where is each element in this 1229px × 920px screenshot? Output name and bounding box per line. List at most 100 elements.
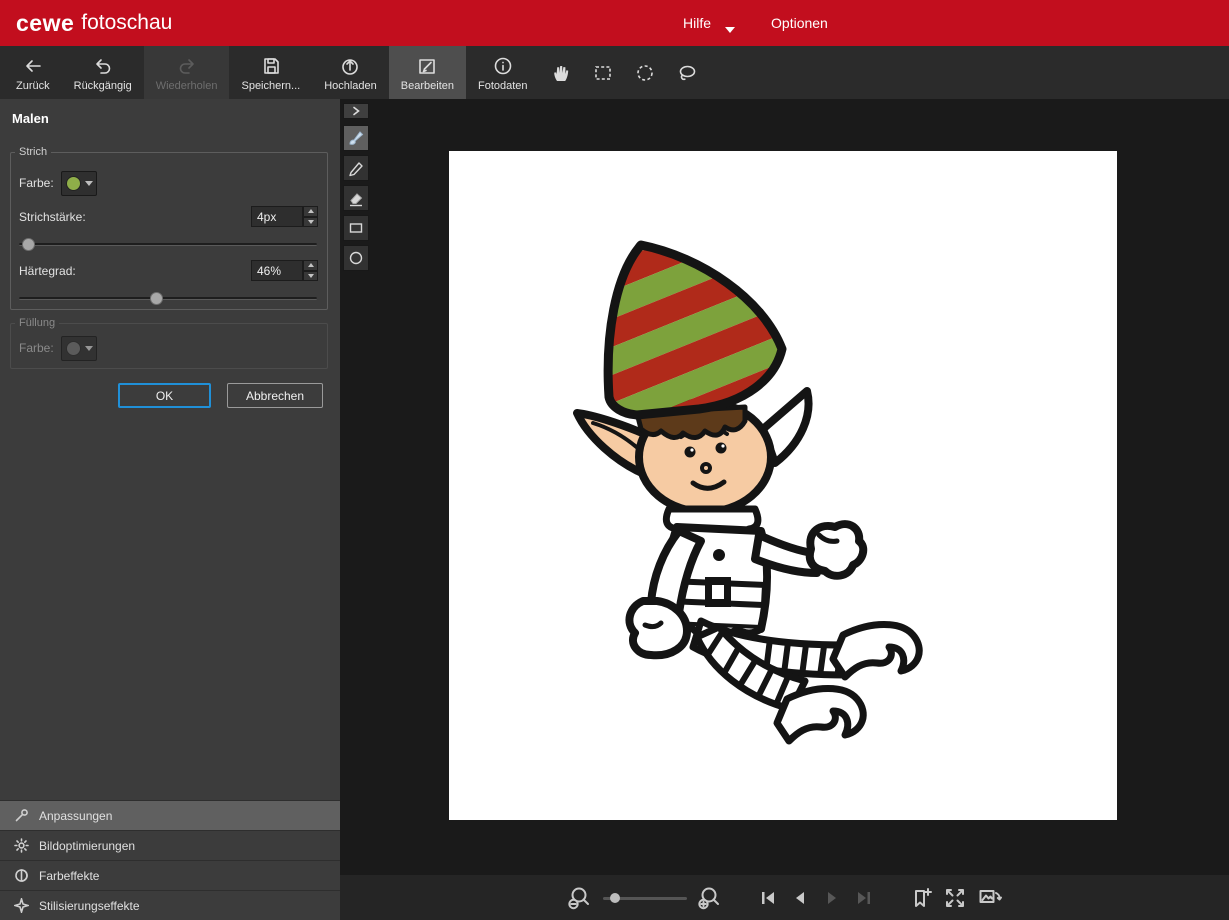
app-logo: cewe fotoschau xyxy=(16,0,172,46)
header-menu: Hilfe Optionen xyxy=(683,0,828,46)
photodata-button[interactable]: Fotodaten xyxy=(466,46,540,99)
sidebar-item-label: Farbeffekte xyxy=(39,869,99,883)
pencil-icon xyxy=(347,159,365,177)
stroke-width-up-button[interactable] xyxy=(303,206,318,217)
back-button[interactable]: Zurück xyxy=(4,46,62,99)
previous-image-button[interactable] xyxy=(789,887,811,909)
rectangle-tool-button[interactable] xyxy=(343,215,369,241)
rect-select-icon xyxy=(592,62,614,84)
upload-button[interactable]: Hochladen xyxy=(312,46,389,99)
app-window: cewe fotoschau Hilfe Optionen Zurück Rüc… xyxy=(0,0,1229,920)
info-icon xyxy=(492,55,514,77)
zoom-slider-thumb[interactable] xyxy=(610,893,620,903)
upload-icon xyxy=(339,55,361,77)
zoom-in-button[interactable] xyxy=(697,885,723,911)
expand-palette-button[interactable] xyxy=(343,103,369,119)
hardness-value[interactable]: 46% xyxy=(251,260,303,281)
stroke-width-spinner[interactable]: 4px xyxy=(251,206,318,227)
hardness-slider[interactable] xyxy=(19,292,317,305)
stroke-width-slider-track[interactable] xyxy=(19,243,317,246)
adjustments-icon xyxy=(14,808,29,823)
edit-button[interactable]: Bearbeiten xyxy=(389,46,466,99)
stroke-color-dot xyxy=(66,176,81,191)
lasso-tool-button[interactable] xyxy=(666,46,708,99)
next-image-button xyxy=(821,887,843,909)
back-label: Zurück xyxy=(16,80,50,92)
stroke-width-down-button[interactable] xyxy=(303,217,318,228)
brush-icon xyxy=(347,129,365,147)
hardness-label: Härtegrad: xyxy=(19,264,76,278)
pencil-tool-button[interactable] xyxy=(343,155,369,181)
zoom-out-button[interactable] xyxy=(567,885,593,911)
photodata-label: Fotodaten xyxy=(478,80,528,92)
rect-select-tool-button[interactable] xyxy=(582,46,624,99)
hardness-up-button[interactable] xyxy=(303,260,318,271)
sidebar-sections: Anpassungen Bildoptimierungen Farbeffekt… xyxy=(0,800,340,920)
fill-color-dot xyxy=(66,341,81,356)
redo-button: Wiederholen xyxy=(144,46,230,99)
swatch-caret-icon xyxy=(85,181,93,186)
first-image-button[interactable] xyxy=(757,887,779,909)
elf-drawing xyxy=(549,231,939,761)
undo-label: Rückgängig xyxy=(74,80,132,92)
hilfe-dropdown-caret-icon[interactable] xyxy=(725,27,735,33)
hardness-spinner[interactable]: 46% xyxy=(251,260,318,281)
image-optimization-icon xyxy=(14,838,29,853)
ellipse-tool-button[interactable] xyxy=(343,245,369,271)
hand-tool-button[interactable] xyxy=(540,46,582,99)
ok-button[interactable]: OK xyxy=(118,383,211,408)
cewe-brand: cewe xyxy=(16,10,74,37)
menu-hilfe[interactable]: Hilfe xyxy=(683,15,711,31)
brush-tool-button[interactable] xyxy=(343,125,369,151)
rectangle-icon xyxy=(347,219,365,237)
stroke-color-label: Farbe: xyxy=(19,176,54,190)
stroke-color-swatch[interactable] xyxy=(61,171,97,196)
bottom-bar xyxy=(340,875,1229,920)
sidebar-item-bildoptimierungen[interactable]: Bildoptimierungen xyxy=(0,830,340,860)
down-arrow-icon xyxy=(308,220,314,224)
save-label: Speichern... xyxy=(241,80,300,92)
image-rotate-button[interactable] xyxy=(977,885,1003,911)
ellipse-icon xyxy=(347,249,365,267)
sidebar-item-stilisierungseffekte[interactable]: Stilisierungseffekte xyxy=(0,890,340,920)
hardness-slider-thumb[interactable] xyxy=(150,292,163,305)
undo-button[interactable]: Rückgängig xyxy=(62,46,144,99)
stroke-group: Strich Farbe: Strichstärke: 4px Härtegra… xyxy=(10,146,328,310)
edit-label: Bearbeiten xyxy=(401,80,454,92)
fill-color-swatch xyxy=(61,336,97,361)
color-effects-icon xyxy=(14,868,29,883)
ellipse-select-tool-button[interactable] xyxy=(624,46,666,99)
fullscreen-button[interactable] xyxy=(943,886,967,910)
save-icon xyxy=(260,55,282,77)
hardness-slider-track[interactable] xyxy=(19,297,317,300)
hardness-down-button[interactable] xyxy=(303,271,318,282)
redo-icon xyxy=(176,55,198,77)
down-arrow-icon xyxy=(308,274,314,278)
menu-optionen[interactable]: Optionen xyxy=(771,15,828,31)
stroke-width-label: Strichstärke: xyxy=(19,210,86,224)
stroke-width-value[interactable]: 4px xyxy=(251,206,303,227)
ellipse-select-icon xyxy=(634,62,656,84)
photo-canvas[interactable] xyxy=(449,151,1117,820)
main-toolbar: Zurück Rückgängig Wiederholen Speichern.… xyxy=(0,46,1229,99)
fill-group: Füllung Farbe: xyxy=(10,317,328,369)
lasso-icon xyxy=(676,62,698,84)
chevron-right-icon xyxy=(351,106,361,116)
stroke-width-slider-thumb[interactable] xyxy=(22,238,35,251)
upload-label: Hochladen xyxy=(324,80,377,92)
stroke-group-legend: Strich xyxy=(15,146,51,158)
edit-icon xyxy=(416,55,438,77)
up-arrow-icon xyxy=(308,209,314,213)
save-button[interactable]: Speichern... xyxy=(229,46,312,99)
undo-icon xyxy=(92,55,114,77)
left-sidebar: Malen Strich Farbe: Strichstärke: 4px Hä… xyxy=(0,99,340,920)
sidebar-item-anpassungen[interactable]: Anpassungen xyxy=(0,800,340,830)
add-bookmark-button[interactable] xyxy=(909,886,933,910)
app-name: fotoschau xyxy=(81,11,172,35)
eraser-icon xyxy=(347,189,365,207)
eraser-tool-button[interactable] xyxy=(343,185,369,211)
cancel-button[interactable]: Abbrechen xyxy=(227,383,323,408)
sidebar-item-farbeffekte[interactable]: Farbeffekte xyxy=(0,860,340,890)
zoom-slider[interactable] xyxy=(603,891,687,905)
stroke-width-slider[interactable] xyxy=(19,238,317,251)
